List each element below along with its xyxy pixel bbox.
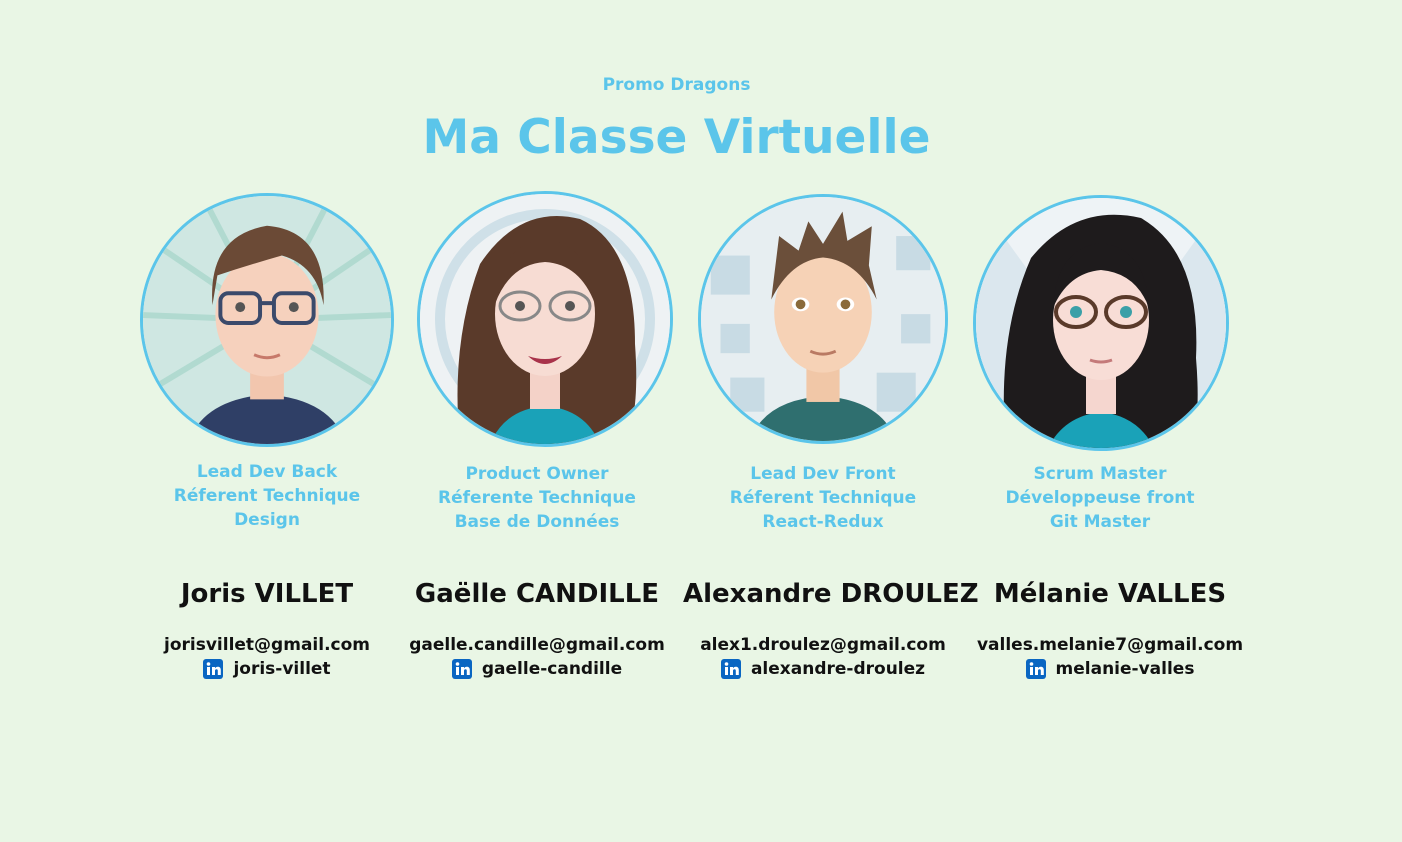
role-line: Réferente Technique: [438, 488, 636, 508]
role-line: Design: [234, 510, 300, 530]
member-roles: Product Owner Réferente Technique Base d…: [397, 462, 677, 534]
linkedin-icon: [1025, 659, 1046, 679]
role-line: Développeuse front: [1005, 488, 1195, 508]
linkedin-link[interactable]: melanie-valles: [970, 658, 1250, 680]
avatar-melanie-image: [976, 198, 1226, 448]
member-email[interactable]: valles.melanie7@gmail.com: [970, 634, 1250, 656]
member-roles: Scrum Master Développeuse front Git Mast…: [960, 462, 1240, 534]
linkedin-icon: [720, 659, 741, 679]
avatar-alexandre: [698, 194, 948, 444]
member-card-gaelle: Product Owner Réferente Technique Base d…: [397, 0, 677, 842]
avatar-alexandre-image: [701, 197, 945, 441]
member-email[interactable]: alex1.droulez@gmail.com: [683, 634, 963, 656]
linkedin-link[interactable]: gaelle-candille: [397, 658, 677, 680]
member-email[interactable]: gaelle.candille@gmail.com: [397, 634, 677, 656]
linkedin-icon: [451, 659, 472, 679]
role-line: Git Master: [1049, 512, 1151, 532]
avatar-gaelle-image: [420, 194, 670, 444]
role-line: Réferent Technique: [729, 488, 917, 508]
role-line: React-Redux: [762, 512, 884, 532]
member-name: Mélanie VALLES: [993, 579, 1227, 609]
member-email[interactable]: jorisvillet@gmail.com: [127, 634, 407, 656]
member-card-alexandre: Lead Dev Front Réferent Technique React-…: [683, 0, 979, 842]
linkedin-handle: melanie-valles: [1055, 659, 1195, 679]
linkedin-handle: joris-villet: [233, 659, 331, 679]
member-roles: Lead Dev Front Réferent Technique React-…: [683, 462, 963, 534]
avatar-joris: [140, 193, 394, 447]
role-line: Scrum Master: [1033, 464, 1167, 484]
member-name: Gaëlle CANDILLE: [414, 579, 660, 609]
avatar-gaelle: [417, 191, 673, 447]
member-roles: Lead Dev Back Réferent Technique Design: [127, 460, 407, 532]
linkedin-link[interactable]: alexandre-droulez: [683, 658, 963, 680]
linkedin-icon: [203, 659, 224, 679]
role-line: Product Owner: [465, 464, 609, 484]
avatar-joris-image: [143, 196, 391, 444]
role-line: Base de Données: [454, 512, 620, 532]
linkedin-handle: alexandre-droulez: [750, 659, 926, 679]
member-card-joris: Lead Dev Back Réferent Technique Design …: [127, 0, 407, 842]
member-card-melanie: Scrum Master Développeuse front Git Mast…: [960, 0, 1243, 842]
member-name: Joris VILLET: [180, 579, 354, 609]
role-line: Réferent Technique: [173, 486, 361, 506]
role-line: Lead Dev Back: [196, 462, 338, 482]
role-line: Lead Dev Front: [750, 464, 896, 484]
member-name: Alexandre DROULEZ: [683, 579, 979, 609]
avatar-melanie: [973, 195, 1229, 451]
linkedin-handle: gaelle-candille: [481, 659, 623, 679]
linkedin-link[interactable]: joris-villet: [127, 658, 407, 680]
